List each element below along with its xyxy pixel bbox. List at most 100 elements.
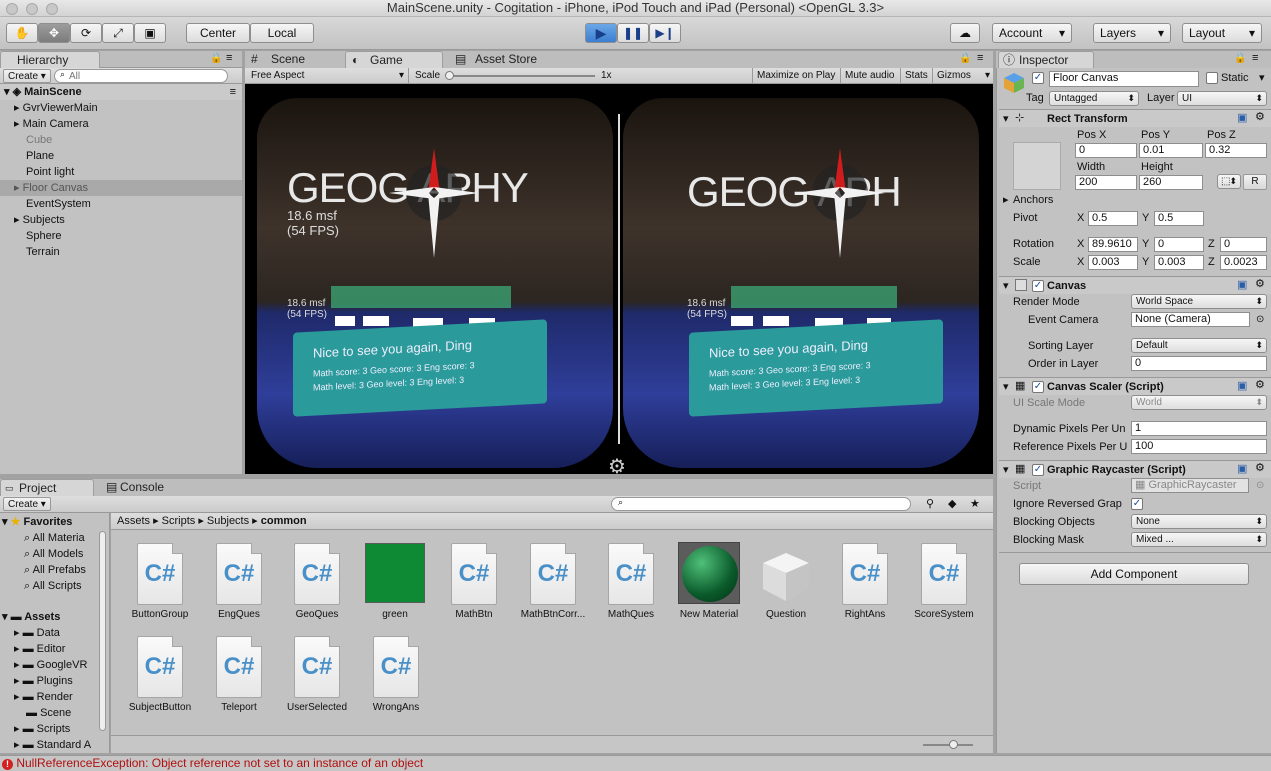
asset-folder[interactable]: ▸ ▬ Scripts	[14, 721, 70, 737]
tab-scene[interactable]: # Scene	[247, 51, 337, 68]
close-window-button[interactable]	[6, 3, 18, 15]
blocking-mask-dropdown[interactable]: Mixed ...	[1131, 532, 1267, 547]
anchor-presets-button[interactable]	[1013, 142, 1061, 190]
minimize-window-button[interactable]	[26, 3, 38, 15]
posz-field[interactable]: 0.32	[1205, 143, 1267, 158]
scale-x-field[interactable]: 0.003	[1088, 255, 1138, 270]
scale-slider-thumb[interactable]	[445, 71, 454, 80]
canvas-scaler-enabled-checkbox[interactable]: ✓	[1032, 381, 1044, 393]
fav-item[interactable]: ⌕ All Models	[24, 546, 83, 562]
asset-folder[interactable]: ▸ ▬ Editor	[14, 641, 65, 657]
object-picker-icon[interactable]: ⊙	[1256, 313, 1264, 327]
breadcrumb-item[interactable]: common	[261, 515, 307, 527]
sorting-layer-dropdown[interactable]: Default	[1131, 338, 1267, 353]
help-icon[interactable]: ▣	[1237, 111, 1247, 125]
tab-project[interactable]: ▭ Project	[0, 479, 94, 496]
gear-icon[interactable]: ⚙	[1255, 378, 1265, 392]
csharp-script-icon[interactable]: C#	[216, 636, 262, 698]
aspect-dropdown[interactable]: Free Aspect ▾	[251, 68, 409, 83]
breadcrumb-item[interactable]: Assets	[117, 515, 150, 527]
asset-folder[interactable]: ▸ ▬ Render	[14, 689, 73, 705]
reference-pixels-field[interactable]: 100	[1131, 439, 1267, 454]
stats-toggle[interactable]: Stats	[900, 68, 932, 83]
active-checkbox[interactable]: ✓	[1032, 72, 1044, 84]
asset-folder[interactable]: ▸ ▬ Plugins	[14, 673, 73, 689]
folder-tree-scrollbar[interactable]	[99, 531, 106, 731]
hand-tool-button[interactable]: ✋	[6, 23, 38, 43]
gear-icon[interactable]: ⚙	[1255, 277, 1265, 291]
blocking-objects-dropdown[interactable]: None	[1131, 514, 1267, 529]
help-icon[interactable]: ▣	[1237, 379, 1247, 393]
csharp-script-icon[interactable]: C#	[216, 543, 262, 605]
csharp-script-icon[interactable]: C#	[842, 543, 888, 605]
csharp-script-icon[interactable]: C#	[137, 636, 183, 698]
blueprint-mode-button[interactable]: ⬚	[1217, 174, 1241, 189]
csharp-script-icon[interactable]: C#	[608, 543, 654, 605]
game-view[interactable]: GEOG APHY 18.6 msf (54 FPS) 18.6 msf (54 F…	[245, 84, 993, 474]
hierarchy-search-input[interactable]	[54, 69, 228, 83]
asset-folder[interactable]: ▸ ▬ Standard A	[14, 737, 96, 753]
hierarchy-item-sphere[interactable]: Sphere	[26, 228, 61, 244]
hierarchy-item-eventsystem[interactable]: EventSystem	[26, 196, 91, 212]
graphic-raycaster-header[interactable]: ▾ ▦ ✓ Graphic Raycaster (Script) ▣ ⚙	[999, 460, 1271, 478]
maximize-on-play-toggle[interactable]: Maximize on Play	[752, 68, 839, 83]
zoom-window-button[interactable]	[46, 3, 58, 15]
hierarchy-item-plane[interactable]: Plane	[26, 148, 54, 164]
green-texture-icon[interactable]	[365, 543, 425, 603]
layers-dropdown[interactable]: Layers ▾	[1093, 23, 1171, 43]
csharp-script-icon[interactable]: C#	[294, 636, 340, 698]
hierarchy-item-terrain[interactable]: Terrain	[26, 244, 60, 260]
icon-size-slider-thumb[interactable]	[949, 740, 958, 749]
layer-dropdown[interactable]: UI	[1177, 91, 1267, 106]
project-search-input[interactable]	[611, 497, 911, 511]
pivot-center-button[interactable]: Center	[186, 23, 250, 43]
fav-item[interactable]: ⌕ All Scripts	[24, 578, 82, 594]
chevron-down-icon[interactable]: ▾	[1259, 71, 1265, 84]
rotation-y-field[interactable]: 0	[1154, 237, 1204, 252]
hierarchy-item-main-camera[interactable]: ▸ Main Camera	[14, 116, 89, 132]
canvas-enabled-checkbox[interactable]: ✓	[1032, 280, 1044, 292]
order-in-layer-field[interactable]: 0	[1131, 356, 1267, 371]
pause-button[interactable]: ❚❚	[617, 23, 649, 43]
tab-console[interactable]: ▤ Console	[104, 479, 194, 496]
static-checkbox[interactable]	[1206, 72, 1218, 84]
play-button[interactable]: ▶	[585, 23, 617, 43]
favorites-header[interactable]: ▾ ★ Favorites	[2, 514, 72, 530]
rotation-z-field[interactable]: 0	[1220, 237, 1267, 252]
scale-y-field[interactable]: 0.003	[1154, 255, 1204, 270]
hierarchy-item-subjects[interactable]: ▸ Subjects	[14, 212, 65, 228]
rotation-x-field[interactable]: 89.9610	[1088, 237, 1138, 252]
canvas-header[interactable]: ▾ ✓ Canvas ▣ ⚙	[999, 276, 1271, 294]
move-tool-button[interactable]: ✥	[38, 23, 70, 43]
label-icon[interactable]: ◆	[948, 497, 956, 510]
help-icon[interactable]: ▣	[1237, 462, 1247, 476]
dynamic-pixels-field[interactable]: 1	[1131, 421, 1267, 436]
cloud-button[interactable]: ☁	[950, 23, 980, 43]
width-field[interactable]: 200	[1075, 175, 1137, 190]
raycaster-enabled-checkbox[interactable]: ✓	[1032, 464, 1044, 476]
rect-tool-button[interactable]: ▣	[134, 23, 166, 43]
cube-prefab-icon[interactable]	[759, 549, 813, 603]
foldout-icon[interactable]: ▸	[1003, 193, 1009, 207]
rotate-tool-button[interactable]: ⟳	[70, 23, 102, 43]
scale-slider-track[interactable]	[449, 75, 595, 77]
project-create-button[interactable]: Create ▾	[3, 497, 51, 511]
scale-z-field[interactable]: 0.0023	[1220, 255, 1267, 270]
pivot-local-button[interactable]: Local	[250, 23, 314, 43]
hierarchy-item-cube[interactable]: Cube	[26, 132, 52, 148]
event-camera-field[interactable]: None (Camera)	[1131, 312, 1250, 327]
object-name-field[interactable]: Floor Canvas	[1049, 71, 1199, 87]
height-field[interactable]: 260	[1139, 175, 1203, 190]
menu-icon[interactable]: ≡	[977, 52, 983, 64]
add-component-button[interactable]: Add Component	[1019, 563, 1249, 585]
menu-icon[interactable]: ≡	[230, 84, 236, 100]
csharp-script-icon[interactable]: C#	[530, 543, 576, 605]
gear-icon[interactable]: ⚙	[1255, 110, 1265, 124]
asset-folder[interactable]: ▸ ▬ Data	[14, 625, 60, 641]
tab-asset-store[interactable]: ▤ Asset Store	[451, 51, 551, 68]
csharp-script-icon[interactable]: C#	[921, 543, 967, 605]
fav-item[interactable]: ⌕ All Prefabs	[24, 562, 86, 578]
filter-type-icon[interactable]: ⚲	[926, 497, 934, 510]
assets-header[interactable]: ▾ ▬ Assets	[2, 609, 60, 625]
raw-edit-button[interactable]: R	[1243, 174, 1267, 190]
